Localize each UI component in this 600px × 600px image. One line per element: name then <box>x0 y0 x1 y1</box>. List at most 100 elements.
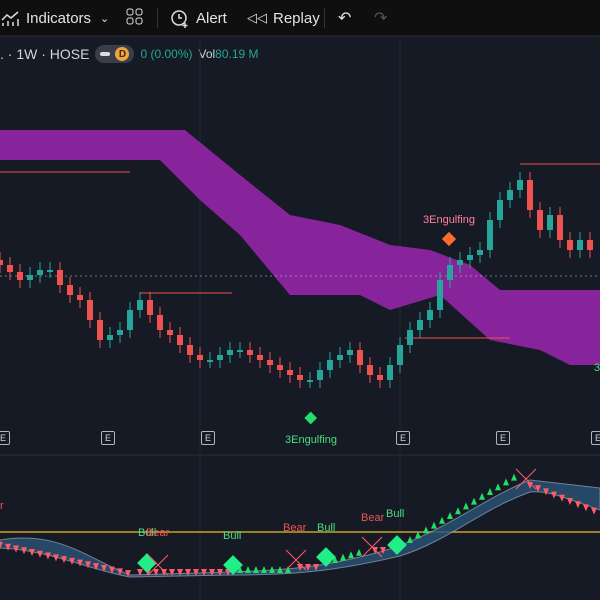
bull-triangle <box>407 536 413 543</box>
candle-body <box>77 295 83 300</box>
candle-body <box>277 365 283 370</box>
earnings-marker[interactable]: E <box>101 431 115 445</box>
candle-body <box>507 190 513 200</box>
bull-triangle <box>245 566 251 573</box>
bear-triangle <box>591 507 597 515</box>
engulfing-bull-label: 3Engulfing <box>285 434 337 446</box>
earnings-marker[interactable]: E <box>496 431 510 445</box>
earnings-marker[interactable]: E <box>201 431 215 445</box>
osc-label-bull: Bull <box>386 508 405 520</box>
bear-signal-diamond <box>441 231 457 247</box>
candle-body <box>557 215 563 240</box>
candle-body <box>257 355 263 360</box>
candle-body <box>97 320 103 340</box>
bear-triangle <box>37 550 43 558</box>
candle-body <box>137 300 143 310</box>
candle-body <box>517 180 523 190</box>
bull-triangle <box>261 566 267 573</box>
bull-triangle <box>340 553 346 561</box>
candle-body <box>0 260 3 265</box>
earnings-marker[interactable]: E <box>0 431 10 445</box>
bull-triangle <box>455 507 461 515</box>
candle-body <box>497 200 503 220</box>
osc-label-bull: Bull <box>223 530 242 542</box>
candle-body <box>47 270 53 272</box>
earnings-marker[interactable]: E <box>591 431 600 445</box>
candle-body <box>67 285 73 295</box>
bull-triangle <box>447 512 453 519</box>
candle-body <box>167 330 173 335</box>
bear-triangle <box>559 494 565 502</box>
candle-body <box>117 330 123 335</box>
engulfing-bear-label: 3Engulfing <box>423 214 475 226</box>
candle-body <box>337 355 343 360</box>
candle-body <box>147 300 153 315</box>
candle-body <box>347 350 353 355</box>
bull-triangle <box>439 516 445 524</box>
candle-body <box>17 272 23 280</box>
bull-triangle <box>423 526 429 534</box>
bull-triangle <box>495 483 501 491</box>
candle-body <box>407 330 413 345</box>
bull-triangle <box>487 488 493 495</box>
osc-label-bear: Bear <box>146 527 170 539</box>
candle-body <box>417 320 423 330</box>
candle-body <box>267 360 273 365</box>
bull-signal-diamond <box>304 411 318 425</box>
bull-triangle <box>511 473 517 481</box>
candle-body <box>317 370 323 380</box>
candle-body <box>547 215 553 230</box>
bull-triangle <box>503 478 509 486</box>
candle-body <box>377 375 383 380</box>
candle-body <box>287 370 293 375</box>
candle-body <box>437 280 443 310</box>
candle-body <box>467 255 473 260</box>
bull-triangle <box>479 492 485 500</box>
edge-label: 3 <box>594 362 600 374</box>
osc-label-bull: Bull <box>317 522 336 534</box>
bull-triangle <box>253 566 259 573</box>
candle-body <box>127 310 133 330</box>
candle-body <box>577 240 583 250</box>
earnings-marker[interactable]: E <box>396 431 410 445</box>
candle-body <box>107 335 113 340</box>
candle-body <box>27 275 33 280</box>
candle-body <box>237 350 243 352</box>
candle-body <box>197 355 203 360</box>
candle-body <box>187 345 193 355</box>
candle-body <box>217 355 223 360</box>
bear-cross-icon <box>285 549 307 571</box>
bull-triangle <box>356 548 362 556</box>
candle-body <box>537 210 543 230</box>
candle-body <box>587 240 593 250</box>
bear-triangle <box>567 498 573 505</box>
candle-body <box>87 300 93 320</box>
candle-body <box>297 375 303 380</box>
candle-body <box>477 250 483 255</box>
candle-body <box>157 315 163 330</box>
candle-body <box>457 260 463 265</box>
bull-triangle <box>471 497 477 505</box>
bear-triangle <box>575 501 581 509</box>
osc-label-bear: Bear <box>361 512 385 524</box>
ichimoku-cloud <box>0 130 600 365</box>
candle-body <box>387 365 393 380</box>
candle-body <box>357 350 363 365</box>
osc-label-bear: r <box>0 500 4 512</box>
candle-body <box>207 360 213 362</box>
bear-triangle <box>583 504 589 512</box>
candle-body <box>57 270 63 285</box>
price-chart[interactable] <box>0 0 600 600</box>
candle-body <box>177 335 183 345</box>
candle-body <box>227 350 233 355</box>
candle-body <box>7 265 13 272</box>
candle-body <box>367 365 373 375</box>
candle-body <box>327 360 333 370</box>
candle-body <box>307 380 313 382</box>
candle-body <box>567 240 573 250</box>
bull-triangle <box>348 551 354 559</box>
bull-triangle <box>463 502 469 510</box>
candle-body <box>397 345 403 365</box>
bull-triangle <box>431 521 437 529</box>
candle-body <box>447 265 453 280</box>
